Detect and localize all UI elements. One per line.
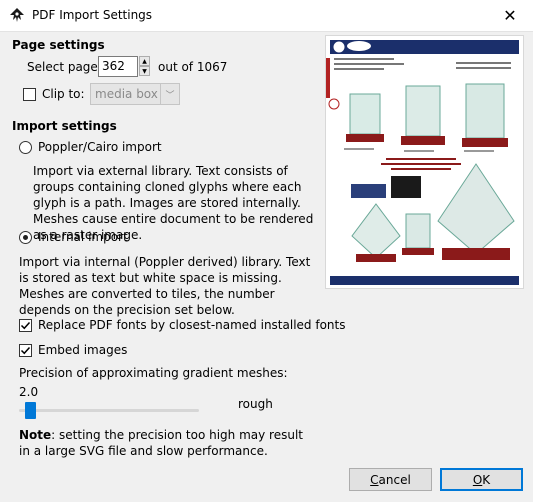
page-settings-heading: Page settings	[12, 38, 105, 52]
clip-to-checkbox[interactable]	[23, 88, 36, 101]
page-spin-arrows[interactable]: ▲ ▼	[139, 56, 150, 77]
precision-slider-track[interactable]	[19, 409, 199, 412]
precision-value: 2.0	[19, 385, 39, 399]
embed-images-checkbox[interactable]	[19, 344, 32, 357]
replace-fonts-label: Replace PDF fonts by closest-named insta…	[38, 318, 346, 332]
poppler-import-radio[interactable]	[19, 141, 32, 154]
inkscape-icon	[9, 7, 25, 23]
page-number-input[interactable]: 362	[98, 56, 138, 77]
close-button[interactable]: ✕	[487, 0, 533, 31]
close-icon: ✕	[503, 6, 517, 25]
precision-slider-thumb[interactable]	[25, 402, 37, 419]
replace-fonts-checkbox[interactable]	[19, 319, 32, 332]
preview-image	[326, 36, 523, 288]
select-page-label: Select page:	[27, 60, 102, 74]
page-count-text: out of 1067	[158, 60, 228, 74]
import-settings-heading: Import settings	[12, 119, 117, 133]
ok-button-label: OK	[472, 472, 491, 487]
page-preview	[325, 35, 524, 289]
note-text: : setting the precision too high may res…	[19, 428, 303, 458]
precision-note: Note: setting the precision too high may…	[19, 427, 309, 459]
cancel-button[interactable]: Cancel	[349, 468, 432, 491]
ok-button[interactable]: OK	[440, 468, 523, 491]
clip-to-label: Clip to:	[42, 87, 85, 101]
checkmark-icon	[20, 321, 31, 330]
cancel-button-label: Cancel	[370, 472, 411, 487]
internal-import-description: Import via internal (Poppler derived) li…	[19, 255, 311, 317]
precision-rough-label: rough	[238, 397, 273, 411]
internal-import-radio[interactable]	[19, 231, 32, 244]
internal-import-label: Internal import	[38, 230, 128, 244]
note-bold: Note	[19, 428, 52, 442]
chevron-down-icon: ﹀	[160, 84, 179, 104]
embed-images-label: Embed images	[38, 343, 128, 357]
spin-up-icon[interactable]: ▲	[139, 56, 150, 66]
spin-down-icon[interactable]: ▼	[139, 66, 150, 76]
poppler-import-label: Poppler/Cairo import	[38, 140, 162, 154]
precision-label: Precision of approximating gradient mesh…	[19, 366, 288, 380]
clip-to-select-value: media box	[95, 87, 158, 101]
window-title: PDF Import Settings	[32, 8, 153, 22]
checkmark-icon	[20, 346, 31, 355]
title-bar: PDF Import Settings ✕	[0, 0, 533, 32]
clip-to-select[interactable]: media box ﹀	[90, 83, 180, 105]
